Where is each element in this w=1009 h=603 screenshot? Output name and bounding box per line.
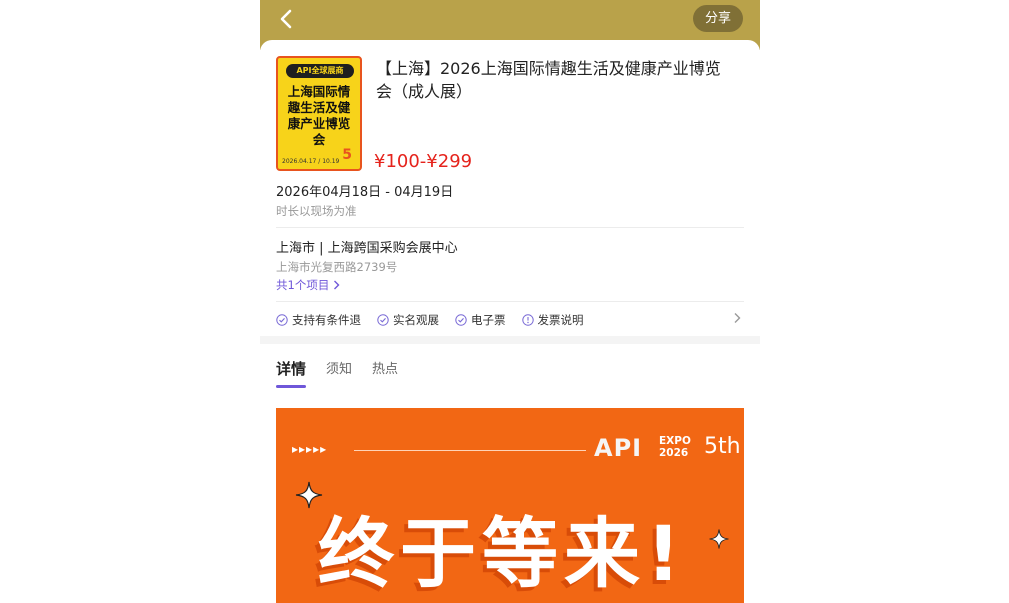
section-separator: [260, 336, 760, 344]
check-circle-icon: [455, 314, 467, 326]
event-date-range: 2026年04月18日 - 04月19日: [276, 185, 454, 200]
sparkle-icon: [709, 529, 729, 549]
banner-expo: EXPO 2026: [659, 435, 691, 459]
feature-real-name: 实名观展: [377, 312, 439, 328]
banner-arrows: ▸▸▸▸▸: [292, 442, 328, 456]
feature-label: 发票说明: [537, 313, 584, 327]
tab-notice[interactable]: 须知: [326, 358, 352, 388]
feature-invoice: 发票说明: [521, 312, 584, 328]
banner-edition: 5th: [704, 434, 741, 459]
detail-banner-image: ▸▸▸▸▸ API EXPO 2026 5th 终于等来!: [276, 408, 744, 603]
tab-details[interactable]: 详情: [276, 358, 307, 388]
tab-hot[interactable]: 热点: [372, 358, 398, 388]
banner-headline: 终于等来!: [318, 509, 687, 598]
detail-tabs: 详情 须知 热点: [276, 358, 418, 390]
event-poster[interactable]: API全球展商 上海国际情趣生活及健康产业博览会 2026.04.17 / 10…: [276, 56, 362, 171]
poster-logo: API全球展商: [286, 64, 354, 78]
chevron-right-icon[interactable]: [733, 312, 741, 324]
event-info-card: API全球展商 上海国际情趣生活及健康产业博览会 2026.04.17 / 10…: [260, 40, 760, 340]
info-circle-icon: [521, 314, 534, 326]
back-button[interactable]: [272, 6, 300, 32]
chevron-left-icon: [280, 9, 292, 29]
banner-expo-line1: EXPO: [659, 435, 691, 447]
event-price: ¥100-¥299: [374, 151, 473, 172]
poster-title: 上海国际情趣生活及健康产业博览会: [287, 84, 351, 147]
divider: [276, 301, 744, 302]
banner-brand: API: [594, 434, 643, 462]
chevron-right-icon: [334, 280, 340, 290]
phone-screen: 分享 API全球展商 上海国际情趣生活及健康产业博览会 2026.04.17 /…: [260, 0, 760, 603]
share-button[interactable]: 分享: [692, 5, 743, 32]
poster-badge: 5: [342, 147, 352, 163]
divider: [276, 227, 744, 228]
event-title: 【上海】2026上海国际情趣生活及健康产业博览会（成人展）: [376, 59, 721, 101]
feature-label: 支持有条件退: [292, 313, 361, 327]
check-circle-icon: [276, 314, 288, 326]
banner-line: [354, 450, 586, 451]
duration-note: 时长以现场为准: [276, 204, 357, 218]
items-link[interactable]: 共1个项目: [276, 277, 340, 293]
feature-label: 实名观展: [393, 313, 439, 327]
poster-date: 2026.04.17 / 10.19: [282, 158, 340, 165]
banner-expo-line2: 2026: [659, 447, 689, 459]
service-features[interactable]: 支持有条件退 实名观展 电子票 发票说明: [276, 310, 600, 330]
feature-e-ticket: 电子票: [455, 312, 506, 328]
items-link-label: 共1个项目: [276, 278, 330, 292]
feature-label: 电子票: [471, 313, 506, 327]
venue-name[interactable]: 上海市 | 上海跨国采购会展中心: [276, 237, 458, 256]
check-circle-icon: [377, 314, 389, 326]
venue-address: 上海市光复西路2739号: [276, 260, 398, 274]
feature-refund: 支持有条件退: [276, 312, 361, 328]
